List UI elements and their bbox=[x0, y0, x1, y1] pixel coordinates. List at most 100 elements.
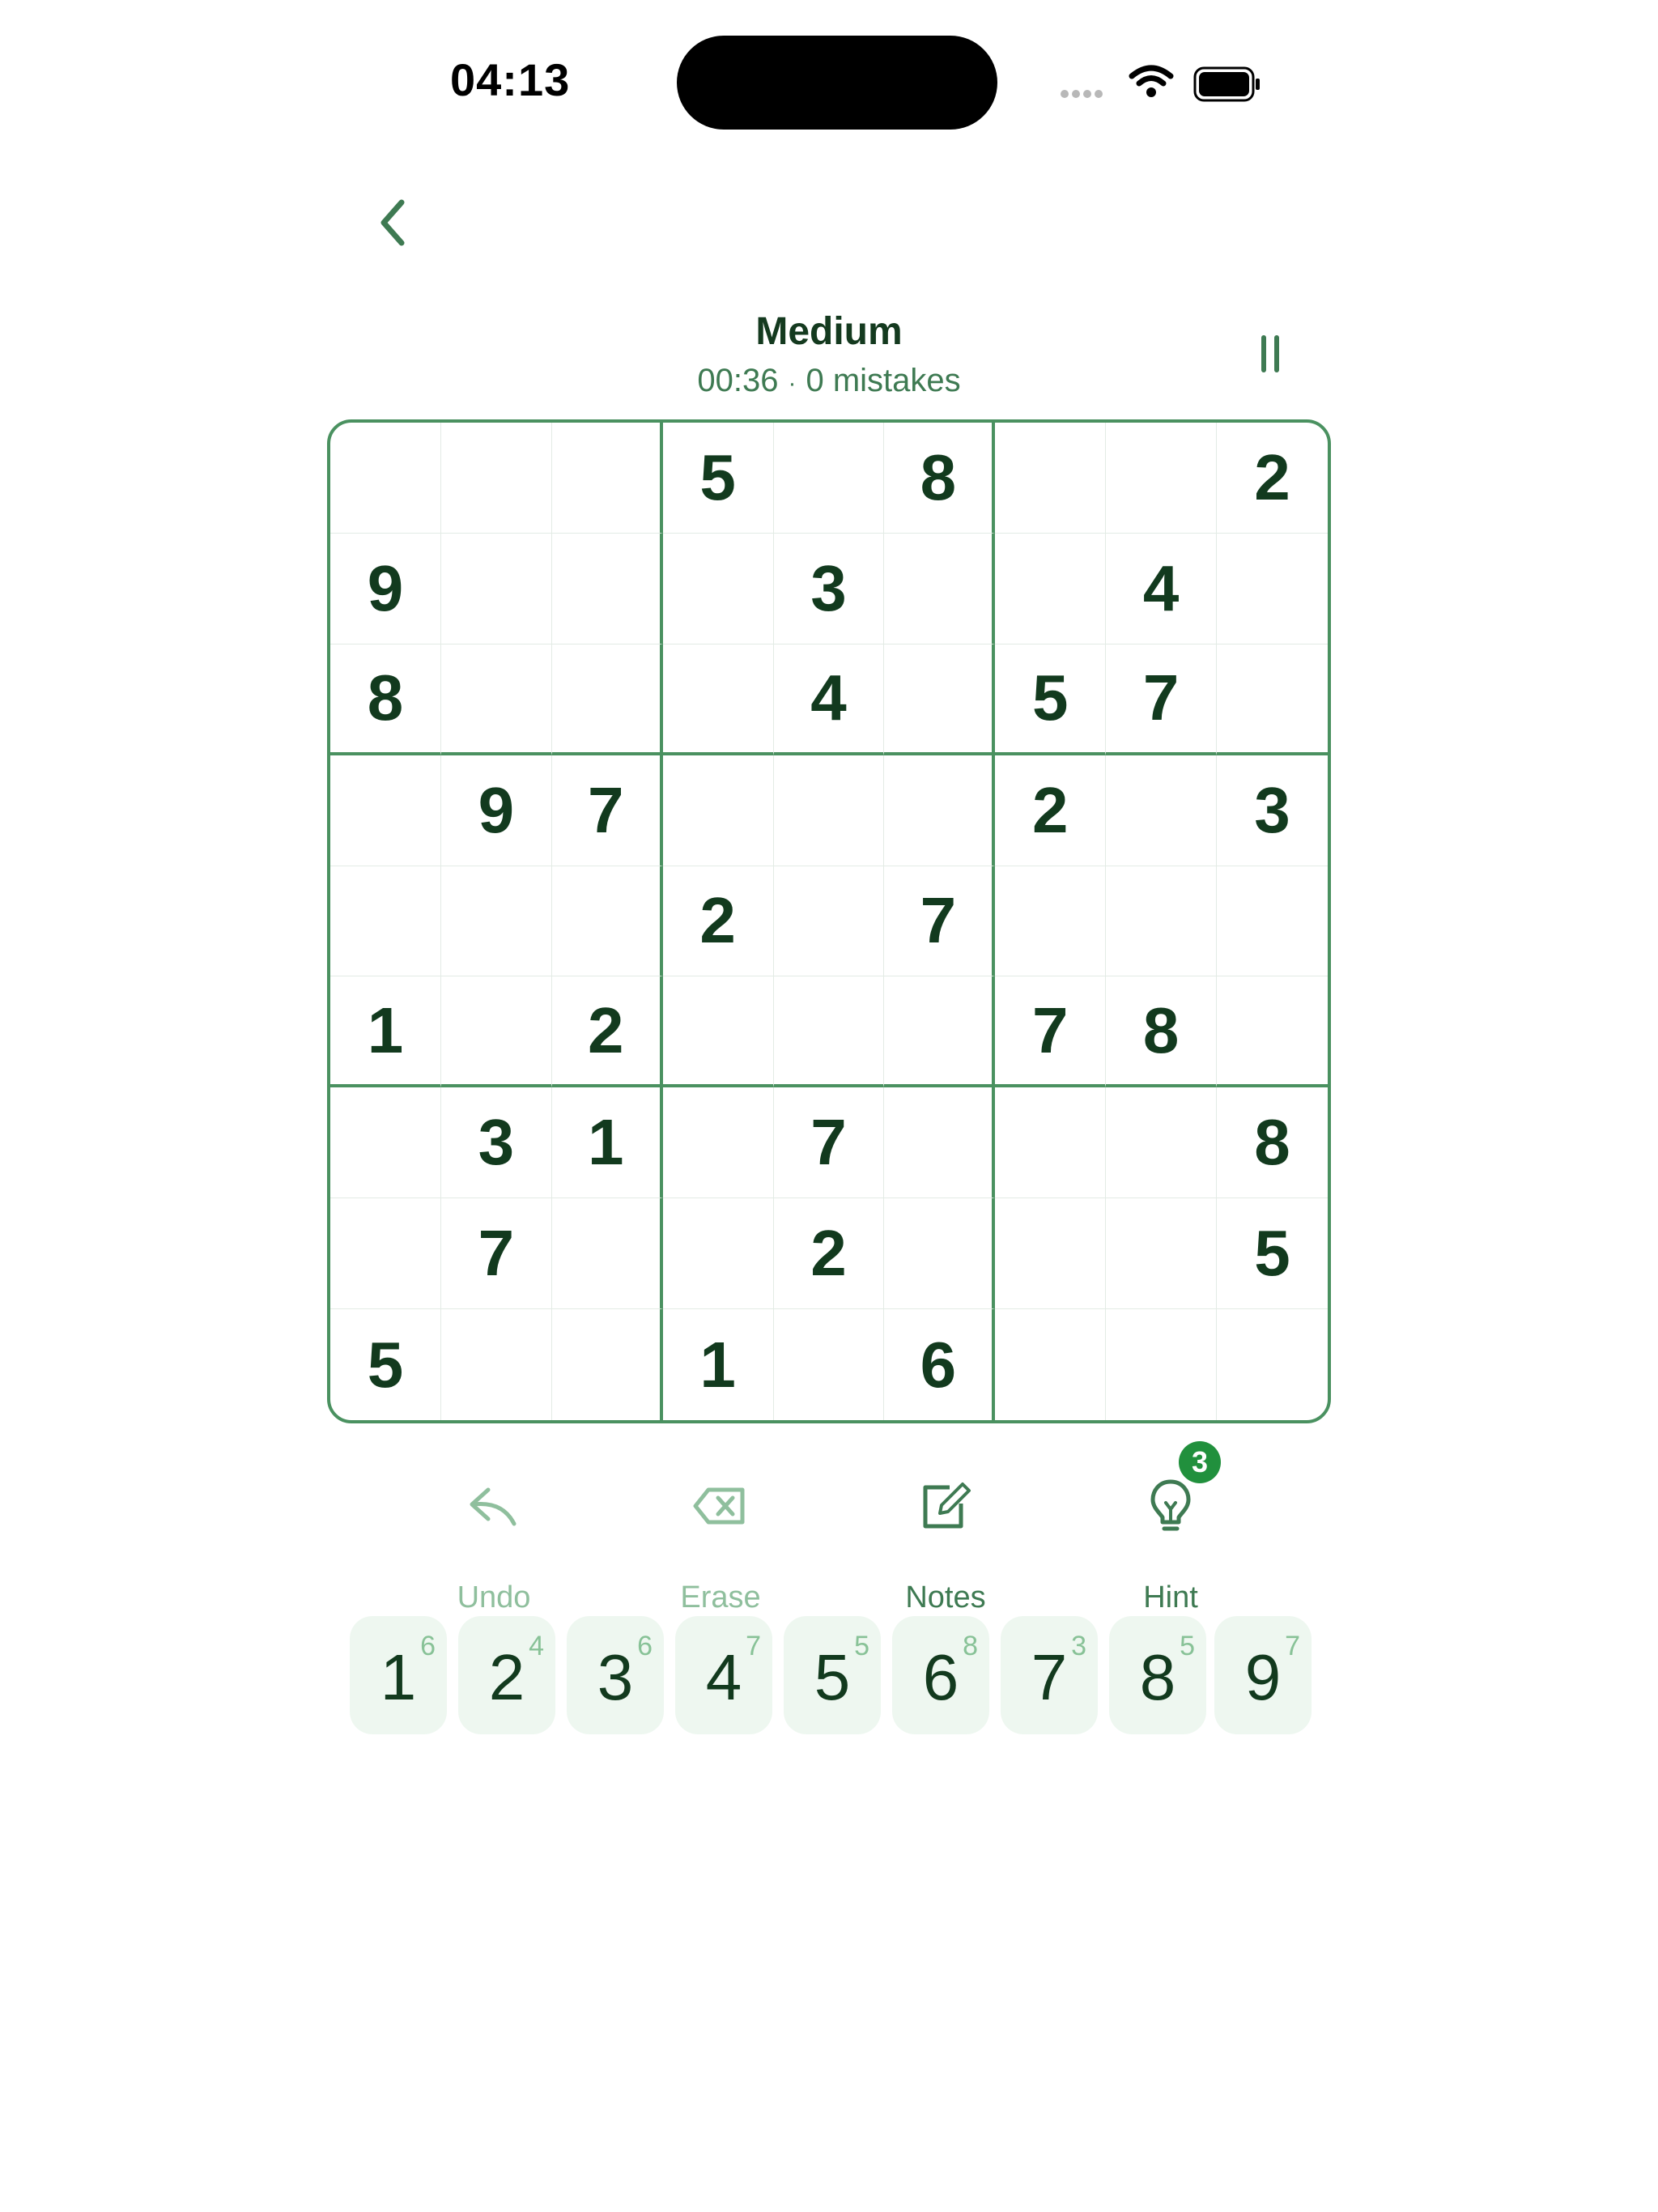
board-cell[interactable] bbox=[551, 1198, 663, 1310]
board-cell[interactable] bbox=[441, 1309, 552, 1420]
board-cell[interactable]: 9 bbox=[440, 755, 552, 866]
board-cell[interactable] bbox=[440, 533, 552, 644]
board-cell[interactable]: 6 bbox=[884, 1309, 996, 1420]
number-key-2[interactable]: 24 bbox=[458, 1616, 555, 1734]
board-cell[interactable] bbox=[884, 976, 996, 1088]
board-cell[interactable] bbox=[330, 866, 441, 977]
notes-button[interactable]: Notes bbox=[848, 1465, 1043, 1614]
board-cell[interactable]: 2 bbox=[551, 976, 663, 1088]
board-cell[interactable]: 5 bbox=[995, 644, 1107, 755]
board-cell[interactable] bbox=[1217, 1309, 1328, 1420]
board-cell[interactable] bbox=[662, 1087, 774, 1199]
board-cell[interactable] bbox=[662, 976, 774, 1088]
board-cell[interactable] bbox=[773, 423, 885, 534]
board-cell[interactable]: 4 bbox=[1106, 533, 1218, 644]
board-cell[interactable] bbox=[995, 866, 1107, 977]
board-cell[interactable] bbox=[440, 976, 552, 1088]
board-cell[interactable] bbox=[330, 1087, 441, 1199]
erase-button[interactable]: Erase bbox=[623, 1465, 818, 1614]
board-cell[interactable]: 2 bbox=[662, 866, 774, 977]
board-cell[interactable]: 7 bbox=[995, 976, 1107, 1088]
board-cell[interactable] bbox=[995, 423, 1107, 534]
board-cell[interactable]: 7 bbox=[773, 1087, 885, 1199]
board-cell[interactable] bbox=[773, 976, 885, 1088]
undo-button[interactable]: Undo bbox=[397, 1465, 591, 1614]
board-cell[interactable] bbox=[330, 423, 441, 534]
board-cell[interactable]: 7 bbox=[440, 1198, 552, 1310]
board-cell[interactable] bbox=[551, 644, 663, 755]
board-cell[interactable]: 7 bbox=[884, 866, 996, 977]
board-cell[interactable] bbox=[662, 644, 774, 755]
board-cell[interactable]: 9 bbox=[330, 533, 441, 644]
board-cell[interactable] bbox=[440, 644, 552, 755]
board-cell[interactable] bbox=[995, 1309, 1107, 1420]
board-cell[interactable]: 1 bbox=[330, 976, 441, 1088]
number-key-5[interactable]: 55 bbox=[784, 1616, 881, 1734]
board-cell[interactable] bbox=[995, 1198, 1107, 1310]
board-cell[interactable] bbox=[662, 1198, 774, 1310]
board-cell[interactable] bbox=[1106, 866, 1218, 977]
board-cell[interactable]: 7 bbox=[551, 755, 663, 866]
board-cell[interactable]: 5 bbox=[330, 1309, 441, 1420]
board-cell[interactable]: 8 bbox=[1106, 976, 1218, 1088]
board-cell[interactable]: 7 bbox=[1106, 644, 1218, 755]
board-cell[interactable] bbox=[884, 1198, 996, 1310]
board-cell[interactable]: 8 bbox=[884, 423, 996, 534]
number-key-8[interactable]: 85 bbox=[1109, 1616, 1206, 1734]
board-cell[interactable] bbox=[1106, 423, 1218, 534]
number-key-7[interactable]: 73 bbox=[1001, 1616, 1098, 1734]
board-cell[interactable]: 5 bbox=[1217, 1198, 1328, 1310]
board-cell[interactable]: 3 bbox=[773, 533, 885, 644]
board-cell[interactable] bbox=[552, 1309, 663, 1420]
board-cell[interactable] bbox=[551, 533, 663, 644]
board-cell[interactable]: 8 bbox=[330, 644, 441, 755]
board-cell[interactable] bbox=[884, 644, 996, 755]
board-cell[interactable] bbox=[884, 755, 996, 866]
board-cell[interactable] bbox=[662, 755, 774, 866]
board-cell[interactable] bbox=[440, 866, 552, 977]
board-cell[interactable] bbox=[884, 533, 996, 644]
battery-icon bbox=[1193, 66, 1261, 106]
board-cell[interactable] bbox=[774, 1309, 885, 1420]
board-cell[interactable]: 4 bbox=[773, 644, 885, 755]
board-cell[interactable] bbox=[440, 423, 552, 534]
board-cell[interactable] bbox=[551, 866, 663, 977]
board-cell[interactable] bbox=[1217, 866, 1328, 977]
board-cell[interactable] bbox=[1106, 1198, 1218, 1310]
board-cell[interactable] bbox=[773, 866, 885, 977]
board-cell[interactable] bbox=[1217, 534, 1328, 644]
board-cell[interactable] bbox=[995, 533, 1107, 644]
board-cell[interactable]: 1 bbox=[551, 1087, 663, 1199]
pencil-note-icon bbox=[848, 1474, 1043, 1538]
board-cell[interactable] bbox=[1217, 644, 1328, 755]
board-cell[interactable] bbox=[551, 423, 663, 534]
board-cell[interactable] bbox=[1106, 1087, 1218, 1199]
board-cell[interactable] bbox=[1106, 755, 1218, 866]
board-cell[interactable]: 3 bbox=[1217, 755, 1328, 866]
board-cell[interactable]: 3 bbox=[440, 1087, 552, 1199]
number-key-1[interactable]: 16 bbox=[350, 1616, 447, 1734]
board-cell[interactable] bbox=[1106, 1309, 1218, 1420]
hint-button[interactable]: Hint bbox=[1073, 1465, 1268, 1614]
back-button[interactable] bbox=[371, 194, 419, 251]
board-cell[interactable] bbox=[995, 1087, 1107, 1199]
number-key-remaining: 8 bbox=[963, 1631, 978, 1661]
board-cell[interactable]: 5 bbox=[662, 423, 774, 534]
board-cell[interactable]: 2 bbox=[773, 1198, 885, 1310]
board-cell[interactable] bbox=[330, 1198, 441, 1310]
board-cell[interactable]: 1 bbox=[663, 1309, 774, 1420]
board-cell[interactable] bbox=[773, 755, 885, 866]
number-key-3[interactable]: 36 bbox=[567, 1616, 664, 1734]
board-cell[interactable]: 2 bbox=[995, 755, 1107, 866]
board-cell[interactable]: 2 bbox=[1217, 423, 1328, 534]
pause-button[interactable] bbox=[1260, 335, 1284, 376]
board-cell[interactable] bbox=[884, 1087, 996, 1199]
board-cell[interactable] bbox=[662, 533, 774, 644]
number-key-remaining: 5 bbox=[1180, 1631, 1195, 1661]
board-cell[interactable] bbox=[330, 755, 441, 866]
number-key-9[interactable]: 97 bbox=[1214, 1616, 1312, 1734]
board-cell[interactable]: 8 bbox=[1217, 1087, 1328, 1199]
number-key-6[interactable]: 68 bbox=[892, 1616, 989, 1734]
number-key-4[interactable]: 47 bbox=[675, 1616, 772, 1734]
board-cell[interactable] bbox=[1217, 976, 1328, 1088]
